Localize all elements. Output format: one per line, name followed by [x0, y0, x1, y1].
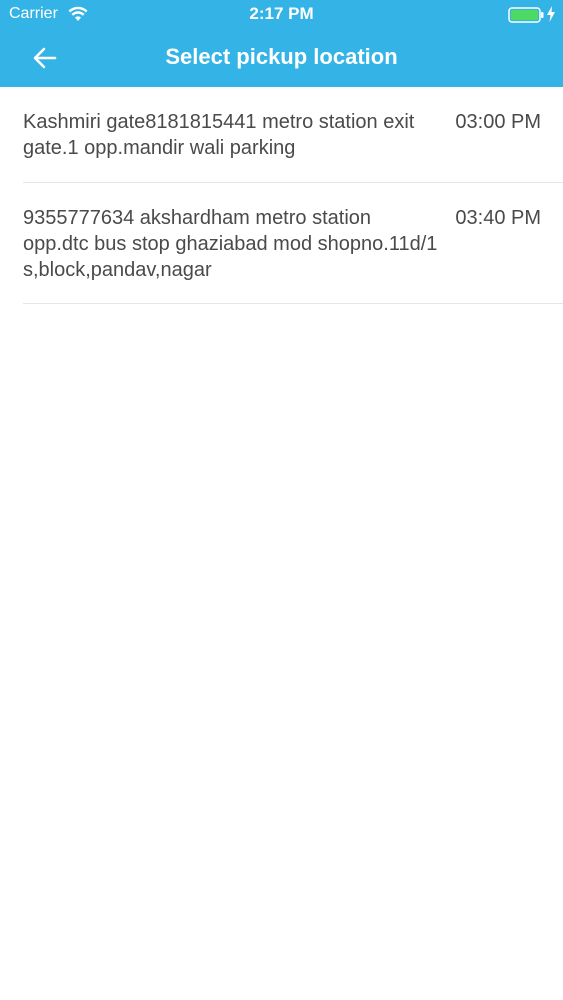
pickup-location-item[interactable]: 9355777634 akshardham metro station opp.…	[0, 183, 563, 304]
navigation-bar: Select pickup location	[0, 30, 563, 87]
page-title: Select pickup location	[165, 44, 398, 69]
pickup-time: 03:00 PM	[455, 111, 541, 133]
charging-bolt-icon	[547, 6, 555, 22]
pickup-address: Kashmiri gate8181815441 metro station ex…	[23, 111, 415, 159]
divider	[23, 303, 563, 304]
status-bar: Carrier 2:17 PM	[0, 0, 563, 30]
pickup-time: 03:40 PM	[455, 207, 541, 229]
app-header: Carrier 2:17 PM Select pickup location	[0, 0, 563, 87]
pickup-location-item[interactable]: Kashmiri gate8181815441 metro station ex…	[0, 87, 563, 183]
pickup-location-list: Kashmiri gate8181815441 metro station ex…	[0, 87, 563, 304]
battery-icon	[508, 7, 544, 23]
pickup-address: 9355777634 akshardham metro station opp.…	[23, 207, 438, 281]
status-time: 2:17 PM	[249, 4, 314, 23]
